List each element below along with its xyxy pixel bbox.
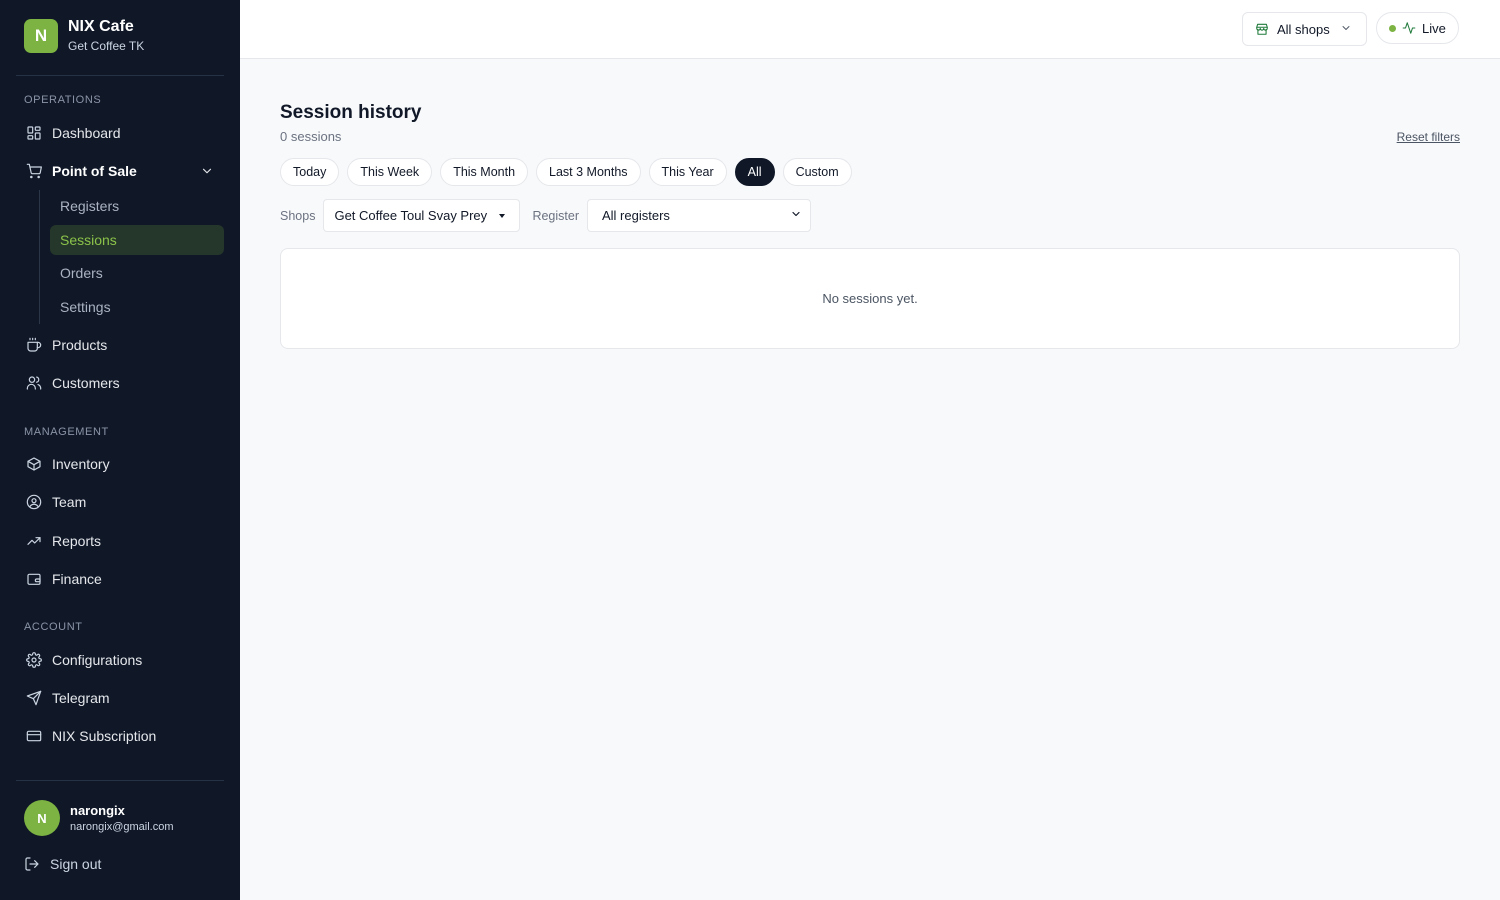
caret-down-icon [499,213,506,218]
live-label: Live [1422,20,1446,36]
register-filter-value: All registers [602,208,670,223]
avatar: N [24,800,60,836]
sign-out-label: Sign out [50,856,102,872]
sidebar-divider [16,75,224,76]
user-name: narongix [70,803,125,818]
box-icon [26,456,42,472]
section-label-management: MANAGEMENT [24,426,109,438]
range-chip-this-year[interactable]: This Year [648,158,727,186]
user-circle-icon [26,494,42,510]
sidebar-item-configurations[interactable]: Configurations [16,644,224,676]
sidebar-divider [16,780,224,781]
range-chip-all[interactable]: All [734,158,775,186]
sidebar-subitem-settings[interactable]: Settings [50,292,224,322]
shops-filter-label: Shops [280,208,316,223]
register-filter-label: Register [532,208,579,223]
sidebar-subitem-orders[interactable]: Orders [50,258,224,288]
range-chip-custom[interactable]: Custom [782,158,852,186]
sidebar-item-label: Finance [52,571,102,587]
range-chip-this-month[interactable]: This Month [440,158,529,186]
brand-subtitle: Get Coffee TK [68,39,145,53]
activity-icon [1402,22,1416,34]
section-label-account: ACCOUNT [24,621,83,633]
shop-selector-label: All shops [1277,21,1330,37]
sidebar-item-label: Configurations [52,652,143,668]
gear-icon [26,652,42,668]
log-out-icon [25,857,39,871]
sidebar-item-nix-subscription[interactable]: NIX Subscription [16,720,224,752]
range-chip-today[interactable]: Today [280,158,340,186]
chevron-down-icon[interactable] [200,164,214,178]
sidebar-item-label: Products [52,337,108,353]
sidebar-item-inventory[interactable]: Inventory [16,448,224,480]
sidebar-item-telegram[interactable]: Telegram [16,682,224,714]
card-icon [26,728,42,744]
wallet-icon [26,571,42,587]
user-profile[interactable]: N narongix narongix@gmail.com [24,800,174,836]
submenu-guide-line [39,190,40,324]
brand: N NIX Cafe Get Coffee TK [24,18,144,53]
coffee-icon [26,337,42,353]
sidebar-subitem-registers[interactable]: Registers [50,191,224,221]
shops-filter-value: Get Coffee Toul Svay Prey [334,208,488,223]
shop-selector-button[interactable]: All shops [1242,12,1367,46]
reset-filters-link[interactable]: Reset filters [1397,130,1460,144]
chevron-down-icon [1340,22,1352,37]
sessions-empty-state: No sessions yet. [280,248,1460,349]
dashboard-icon [26,125,42,141]
sidebar-item-label: Reports [52,533,102,549]
trend-icon [26,533,42,549]
sidebar-item-reports[interactable]: Reports [16,525,224,557]
sidebar-item-team[interactable]: Team [16,486,224,518]
range-chip-last-3-months[interactable]: Last 3 Months [536,158,641,186]
sidebar-item-label: Customers [52,375,120,391]
register-filter-select[interactable]: All registers [587,199,811,232]
user-email: narongix@gmail.com [70,821,174,833]
sidebar-item-products[interactable]: Products [16,329,224,361]
sidebar-item-label: Telegram [52,690,110,706]
top-bar: All shops Live [240,0,1500,59]
sidebar-item-dashboard[interactable]: Dashboard [16,117,224,149]
cart-icon [26,163,42,179]
brand-name: NIX Cafe [68,18,134,35]
sidebar-item-label: Inventory [52,456,110,472]
sidebar-item-label: Point of Sale [52,163,137,179]
users-icon [26,375,42,391]
chevron-down-icon [790,208,802,223]
sidebar-subitem-sessions[interactable]: Sessions [50,225,224,255]
sidebar-item-label: Dashboard [52,125,121,141]
sidebar-item-label: Team [52,494,87,510]
range-chip-this-week[interactable]: This Week [347,158,433,186]
live-dot [1389,24,1396,32]
filters-row: Shops Get Coffee Toul Svay Prey Register… [280,199,811,232]
live-status-button[interactable]: Live [1376,12,1459,44]
sidebar-item-point-of-sale[interactable]: Point of Sale [16,155,224,187]
sign-out-button[interactable]: Sign out [24,856,101,872]
date-range-chips: Today This Week This Month Last 3 Months… [280,158,852,186]
sidebar-item-label: NIX Subscription [52,728,157,744]
page-title: Session history [280,102,422,123]
store-icon [1256,23,1268,35]
section-label-operations: OPERATIONS [24,94,102,106]
shops-filter-dropdown[interactable]: Get Coffee Toul Svay Prey [323,199,521,232]
sidebar-item-finance[interactable]: Finance [16,563,224,595]
session-count: 0 sessions [280,129,342,144]
brand-logo: N [24,18,58,53]
send-icon [26,690,42,706]
sidebar-item-customers[interactable]: Customers [16,367,224,399]
empty-message: No sessions yet. [822,291,918,306]
sidebar: N NIX Cafe Get Coffee TK OPERATIONS Dash… [0,0,240,900]
